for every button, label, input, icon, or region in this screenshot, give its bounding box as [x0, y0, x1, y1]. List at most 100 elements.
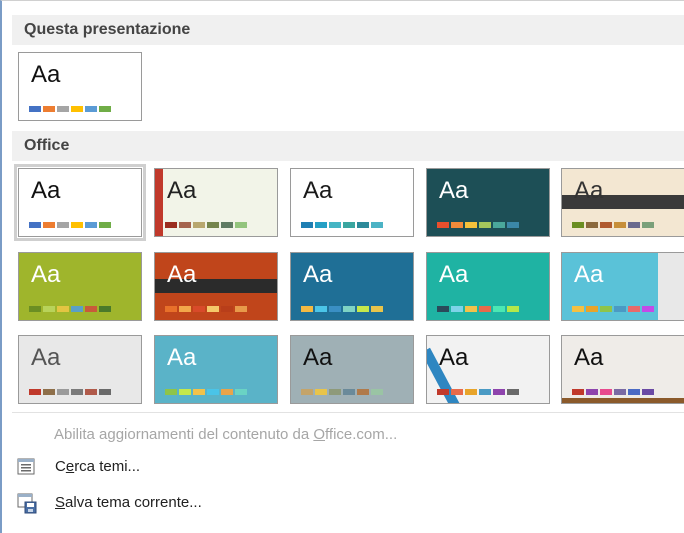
- swatch: [57, 389, 69, 395]
- swatch: [642, 389, 654, 395]
- theme-swatches: [165, 389, 247, 395]
- browse-folder-icon: [16, 456, 38, 478]
- swatch: [71, 389, 83, 395]
- save-theme-item[interactable]: Salva tema corrente...: [16, 489, 202, 517]
- swatch: [493, 389, 505, 395]
- swatch: [479, 222, 491, 228]
- swatch: [465, 222, 477, 228]
- theme-aa-label: Aa: [439, 261, 469, 288]
- theme-thumb-facet[interactable]: Aa: [154, 168, 278, 237]
- swatch: [572, 306, 584, 312]
- swatch: [301, 389, 313, 395]
- theme-aa-label: Aa: [303, 177, 333, 204]
- swatch: [207, 306, 219, 312]
- swatch: [193, 389, 205, 395]
- theme-aa-label: Aa: [574, 261, 604, 288]
- swatch: [507, 306, 519, 312]
- swatch: [329, 389, 341, 395]
- theme-thumb-grey-texture[interactable]: Aa: [18, 335, 142, 404]
- browse-themes-item[interactable]: Cerca temi...: [16, 453, 140, 481]
- swatch: [85, 389, 97, 395]
- swatch: [614, 222, 626, 228]
- theme-thumb-blue-teal[interactable]: Aa: [290, 252, 414, 321]
- swatch: [600, 389, 612, 395]
- swatch: [71, 222, 83, 228]
- swatch: [451, 222, 463, 228]
- save-theme-icon: [16, 492, 38, 514]
- theme-thumb-current[interactable]: Aa: [18, 52, 142, 121]
- browse-themes-label: Cerca temi...: [55, 458, 141, 475]
- swatch: [371, 389, 383, 395]
- theme-thumb-ion-pattern[interactable]: Aa: [290, 168, 414, 237]
- swatch: [207, 222, 219, 228]
- theme-swatches: [437, 306, 519, 312]
- enable-updates-item[interactable]: Abilita aggiornamenti del contenuto da O…: [54, 421, 397, 449]
- swatch: [343, 222, 355, 228]
- enable-updates-label: Abilita aggiornamenti del contenuto da O…: [54, 426, 398, 443]
- swatch: [451, 306, 463, 312]
- swatch: [165, 222, 177, 228]
- swatch: [193, 306, 205, 312]
- theme-thumb-ribbon[interactable]: Aa: [426, 335, 550, 404]
- swatch: [43, 222, 55, 228]
- swatch: [315, 389, 327, 395]
- theme-thumb-green[interactable]: Aa: [18, 252, 142, 321]
- theme-aa-label: Aa: [167, 344, 197, 371]
- theme-thumb-wood[interactable]: Aa: [561, 335, 684, 404]
- swatch: [479, 306, 491, 312]
- swatch: [586, 222, 598, 228]
- swatch: [628, 222, 640, 228]
- swatch: [99, 306, 111, 312]
- swatch: [179, 306, 191, 312]
- theme-thumb-orange-red[interactable]: Aa: [154, 252, 278, 321]
- theme-aa-label: Aa: [439, 177, 469, 204]
- theme-swatches: [301, 389, 383, 395]
- swatch: [437, 222, 449, 228]
- separator: [12, 412, 684, 413]
- swatch: [507, 389, 519, 395]
- swatch: [85, 222, 97, 228]
- theme-swatches: [572, 389, 654, 395]
- swatch: [29, 306, 41, 312]
- swatch: [357, 389, 369, 395]
- theme-thumb-light-blue[interactable]: Aa: [561, 252, 684, 321]
- swatch: [371, 306, 383, 312]
- swatch: [628, 306, 640, 312]
- theme-thumb-office[interactable]: Aa: [14, 164, 146, 241]
- swatch: [99, 389, 111, 395]
- theme-thumb-ion-dark[interactable]: Aa: [426, 168, 550, 237]
- theme-swatches: [301, 306, 383, 312]
- theme-thumb-turquoise[interactable]: Aa: [426, 252, 550, 321]
- theme-accent: [658, 253, 684, 320]
- swatch: [315, 222, 327, 228]
- swatch: [642, 222, 654, 228]
- swatch: [85, 306, 97, 312]
- swatch: [315, 306, 327, 312]
- theme-thumb-sky-blue[interactable]: Aa: [154, 335, 278, 404]
- swatch: [57, 306, 69, 312]
- swatch: [371, 222, 383, 228]
- swatch: [343, 389, 355, 395]
- theme-aa-label: Aa: [31, 344, 61, 371]
- swatch: [493, 222, 505, 228]
- theme-swatches: [165, 222, 247, 228]
- swatch: [99, 222, 111, 228]
- theme-swatches: [29, 389, 111, 395]
- theme-thumb-retrospect[interactable]: Aa: [561, 168, 684, 237]
- swatch: [329, 222, 341, 228]
- swatch: [57, 222, 69, 228]
- swatch: [179, 389, 191, 395]
- swatch: [43, 389, 55, 395]
- theme-swatches: [29, 106, 111, 112]
- swatch: [614, 306, 626, 312]
- theme-accent: [155, 169, 163, 236]
- save-theme-label: Salva tema corrente...: [55, 494, 202, 511]
- theme-thumb-slate[interactable]: Aa: [290, 335, 414, 404]
- theme-swatches: [572, 306, 654, 312]
- swatch: [221, 306, 233, 312]
- theme-aa-label: Aa: [167, 177, 197, 204]
- swatch: [235, 222, 247, 228]
- theme-aa-label: Aa: [167, 261, 197, 288]
- theme-aa-label: Aa: [31, 61, 61, 88]
- theme-aa-label: Aa: [31, 177, 61, 204]
